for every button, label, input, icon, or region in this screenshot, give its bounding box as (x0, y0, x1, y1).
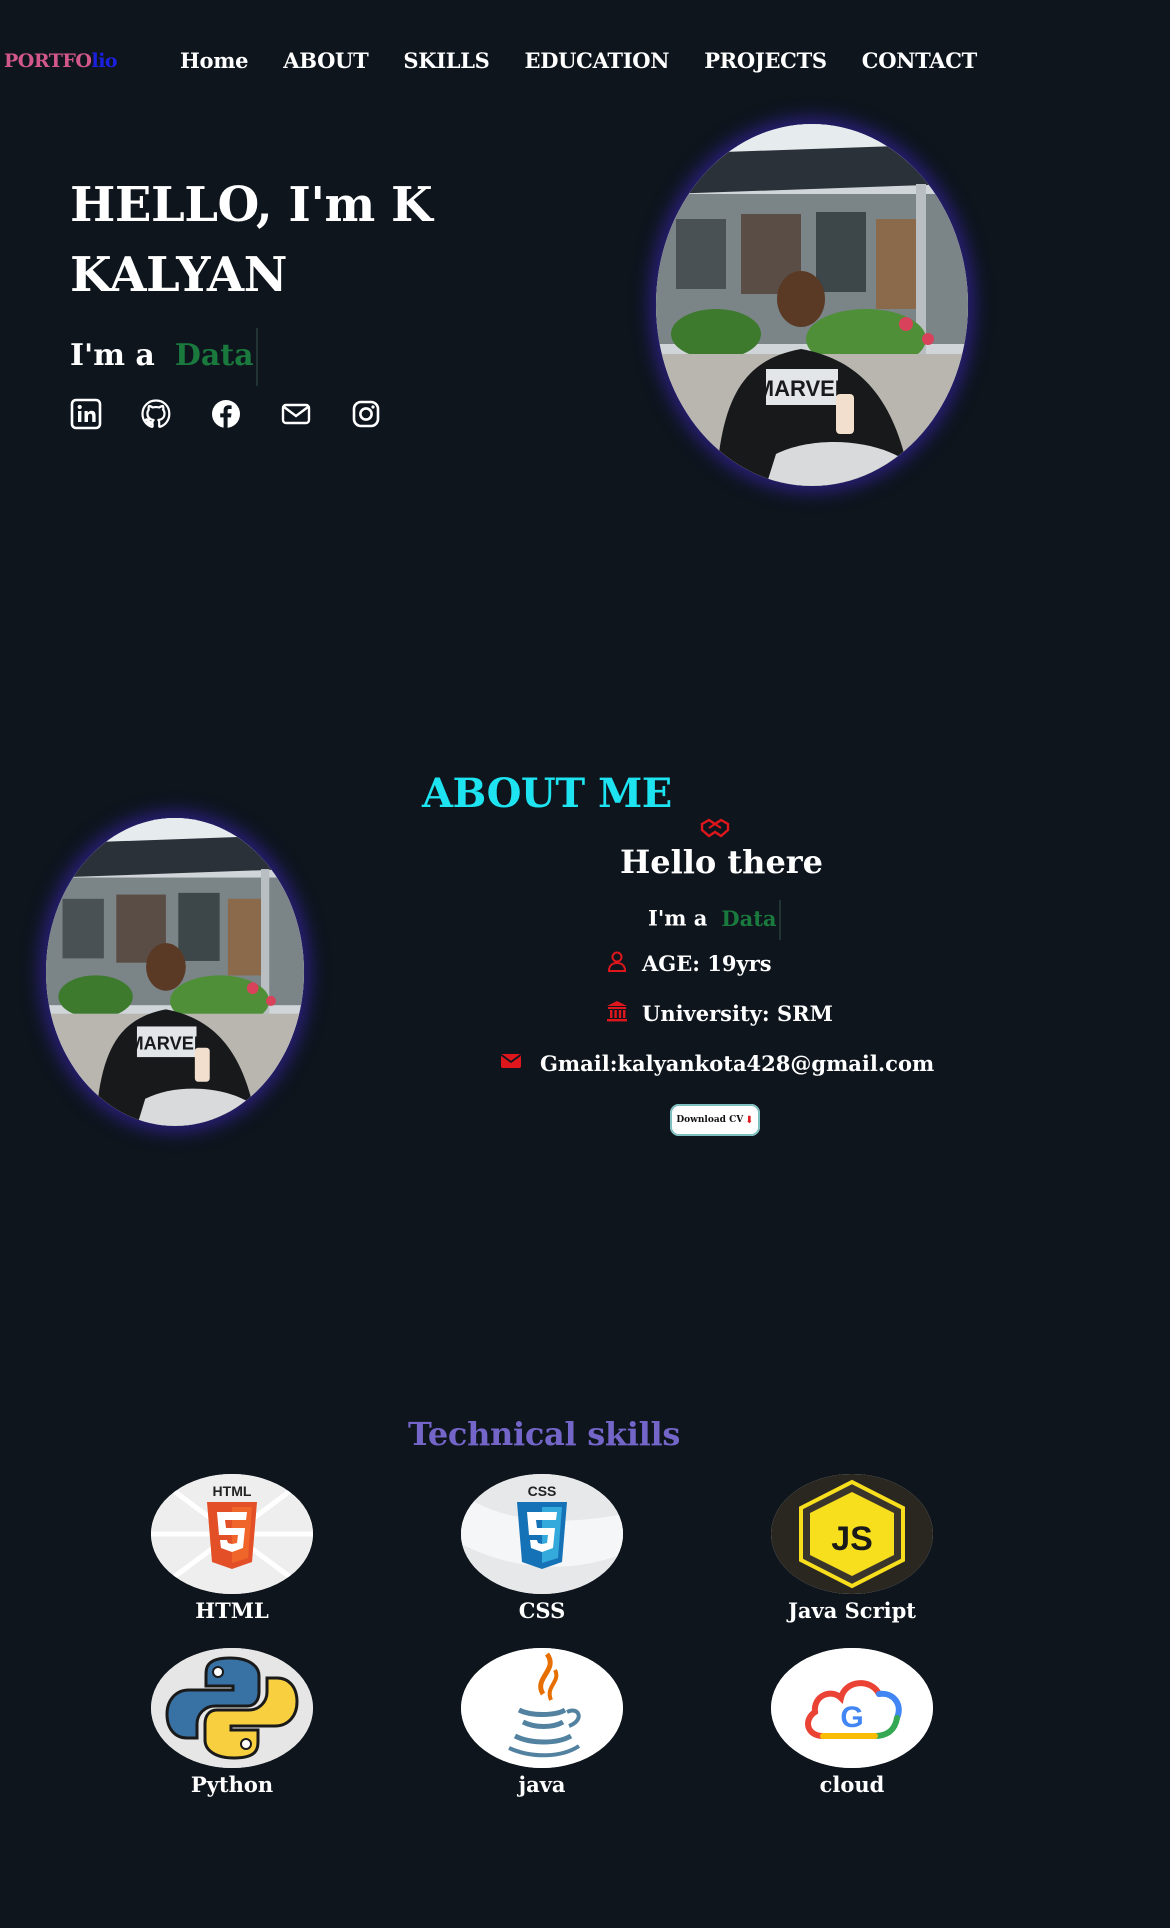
university-text: University: SRM (642, 1001, 833, 1026)
logo-part-1: PORTFO (4, 50, 92, 72)
logo[interactable]: PORTFOlio (4, 50, 118, 72)
about-subtitle: I'm a Data (648, 900, 781, 940)
css3-icon: CSS (461, 1474, 623, 1594)
skill-javascript: JS Java Script (771, 1474, 933, 1623)
mail-icon[interactable] (280, 398, 312, 430)
svg-text:G: G (840, 1701, 863, 1734)
instagram-icon[interactable] (350, 398, 382, 430)
javascript-icon: JS (771, 1474, 933, 1594)
svg-text:MARVEL: MARVEL (756, 376, 849, 401)
social-links (70, 398, 382, 430)
skill-name: java (518, 1772, 566, 1797)
facebook-icon[interactable] (210, 398, 242, 430)
handshake-icon (700, 818, 730, 838)
skill-python: Python (151, 1648, 313, 1797)
google-cloud-icon: G (771, 1648, 933, 1768)
svg-text:MARVEL: MARVEL (129, 1032, 205, 1053)
logo-part-2: lio (91, 50, 118, 72)
info-age: AGE: 19yrs (606, 950, 772, 977)
gmail-text[interactable]: Gmail:kalyankota428@gmail.com (540, 1051, 934, 1076)
about-prefix: I'm a (648, 905, 708, 931)
nav-home[interactable]: Home (180, 48, 249, 73)
person-icon (606, 950, 628, 977)
skill-java: java (461, 1648, 623, 1797)
svg-text:CSS: CSS (528, 1483, 557, 1499)
envelope-icon (500, 1050, 522, 1077)
age-text: AGE: 19yrs (642, 951, 772, 976)
info-gmail: Gmail:kalyankota428@gmail.com (500, 1050, 934, 1077)
about-hello: Hello there (620, 843, 824, 881)
html5-icon: HTML (151, 1474, 313, 1594)
profile-photo: MARVEL (656, 124, 968, 486)
nav-education[interactable]: EDUCATION (525, 48, 670, 73)
skill-name: CSS (518, 1598, 566, 1623)
hero-subtitle: I'm a Data (70, 328, 258, 386)
svg-text:HTML: HTML (213, 1483, 252, 1499)
java-icon (461, 1648, 623, 1768)
nav-projects[interactable]: PROJECTS (704, 48, 827, 73)
about-title: ABOUT ME (422, 770, 672, 817)
svg-text:JS: JS (831, 1520, 873, 1558)
hero-role: Data (174, 338, 254, 373)
download-cv-button[interactable]: Download CV ⬇ (670, 1104, 760, 1136)
download-cv-label: Download CV (676, 1115, 744, 1125)
hero-prefix: I'm a (70, 338, 155, 373)
skill-cloud: G cloud (771, 1648, 933, 1797)
info-university: University: SRM (606, 1000, 833, 1027)
nav-about[interactable]: ABOUT (283, 48, 368, 73)
skill-html: HTML HTML (151, 1474, 313, 1623)
linkedin-icon[interactable] (70, 398, 102, 430)
typing-cursor (778, 900, 781, 940)
skill-name: Java Script (787, 1598, 917, 1623)
university-icon (606, 1000, 628, 1027)
about-photo: MARVEL (46, 818, 304, 1126)
python-icon (151, 1648, 313, 1768)
download-icon: ⬇ (745, 1114, 754, 1126)
skill-name: HTML (195, 1598, 269, 1623)
skill-name: cloud (819, 1772, 885, 1797)
typing-cursor (255, 328, 258, 386)
nav-contact[interactable]: CONTACT (862, 48, 978, 73)
skills-title: Technical skills (408, 1415, 681, 1453)
skill-css: CSS CSS (461, 1474, 623, 1623)
hero-title: HELLO, I'm K KALYAN (70, 177, 433, 303)
github-icon[interactable] (140, 398, 172, 430)
skill-name: Python (190, 1772, 274, 1797)
nav-skills[interactable]: SKILLS (403, 48, 489, 73)
main-nav: Home ABOUT SKILLS EDUCATION PROJECTS CON… (180, 48, 977, 73)
about-role: Data (721, 905, 777, 931)
